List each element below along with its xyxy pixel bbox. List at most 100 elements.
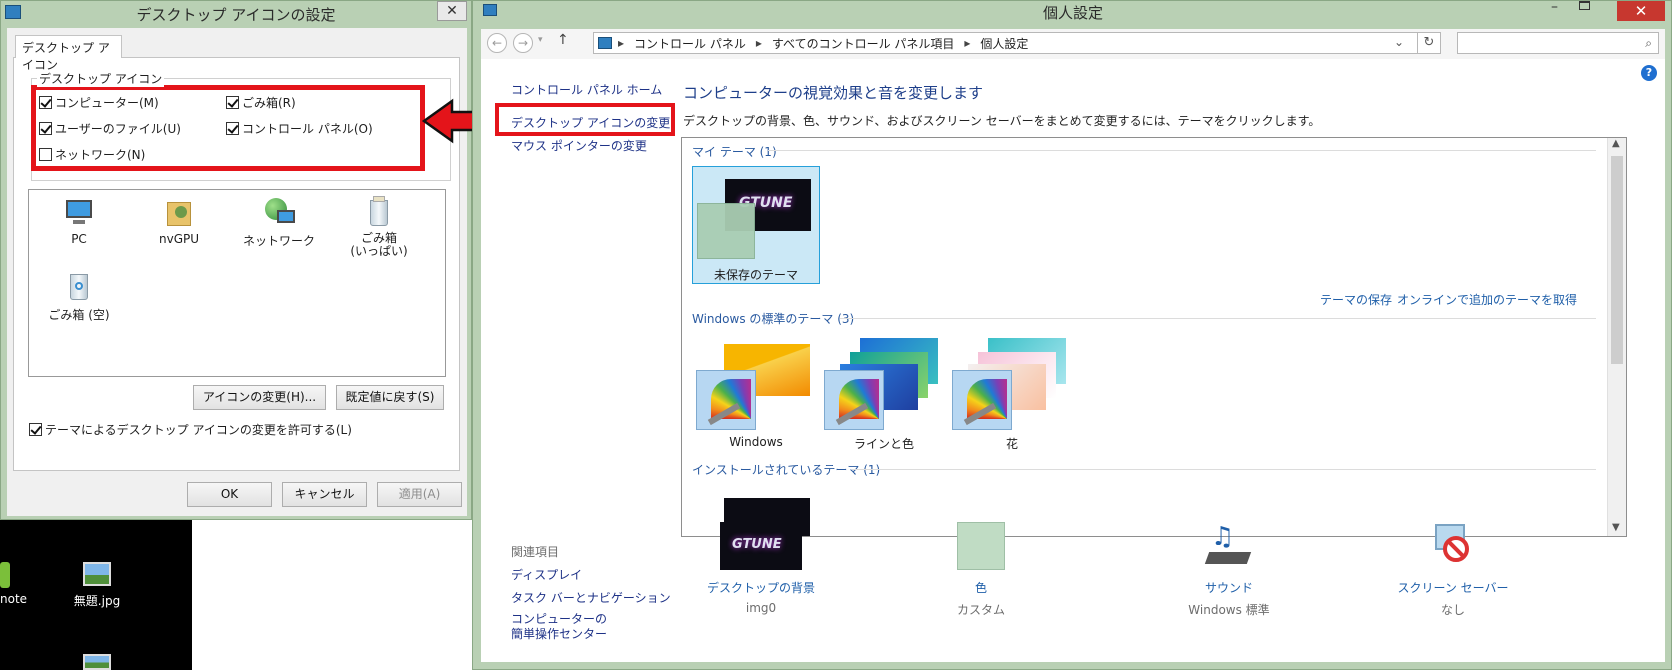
chevron-down-icon[interactable]: ⌄ bbox=[1394, 35, 1404, 49]
back-button[interactable]: ← bbox=[487, 33, 507, 53]
close-button[interactable]: ✕ bbox=[437, 1, 467, 21]
color-swatch bbox=[957, 522, 1005, 570]
apply-button[interactable]: 適用(A) bbox=[377, 482, 462, 507]
desktop-icon-list[interactable]: PC nvGPU ネットワーク ごみ箱 (いっぱい) ごみ箱 (空) bbox=[28, 189, 446, 377]
theme-label: 花 bbox=[1005, 437, 1018, 451]
up-button[interactable]: ↑ bbox=[557, 32, 569, 48]
theme-flowers[interactable]: 花 bbox=[952, 338, 1072, 451]
window-title: 個人設定 bbox=[1042, 4, 1103, 22]
change-icon-button[interactable]: アイコンの変更(H)... bbox=[193, 385, 326, 410]
recent-pages-dropdown[interactable]: ▾ bbox=[538, 35, 543, 45]
sidebar-taskbar-navigation[interactable]: タスク バーとナビゲーション bbox=[511, 589, 671, 606]
icon-item-user-files[interactable]: nvGPU bbox=[131, 196, 227, 246]
get-more-themes-online-link[interactable]: オンラインで追加のテーマを取得 bbox=[1397, 291, 1577, 308]
scrollbar[interactable]: ▲ ▼ bbox=[1607, 138, 1626, 536]
icon-item-recycle-bin-empty[interactable]: ごみ箱 (空) bbox=[31, 270, 127, 323]
icon-label: ごみ箱 (いっぱい) bbox=[350, 231, 408, 258]
sidebar-change-mouse-pointers[interactable]: マウス ポインターの変更 bbox=[511, 137, 647, 154]
sidebar-ease-of-access[interactable]: コンピューターの 簡単操作センター bbox=[511, 612, 607, 642]
save-theme-link[interactable]: テーマの保存 bbox=[1320, 291, 1392, 308]
sidebar-display[interactable]: ディスプレイ bbox=[511, 566, 582, 583]
desktop-item-label: 無題.jpg bbox=[73, 594, 121, 608]
icon-item-recycle-bin-full[interactable]: ごみ箱 (いっぱい) bbox=[331, 196, 427, 258]
recycle-bin-empty-icon bbox=[63, 270, 95, 302]
tab-desktop-icons[interactable]: デスクトップ アイコン bbox=[15, 35, 122, 72]
breadcrumb-item[interactable]: すべてのコントロール パネル項目 bbox=[772, 35, 955, 52]
window-close-button[interactable]: ✕ bbox=[1617, 1, 1665, 21]
icon-item-pc[interactable]: PC bbox=[31, 196, 127, 246]
computer-icon bbox=[63, 196, 95, 228]
window-controls: – bbox=[1541, 0, 1611, 21]
search-icon: ⌕ bbox=[1645, 36, 1652, 50]
desktop-background-setting[interactable]: GTUNE デスクトップの背景 img0 bbox=[681, 522, 841, 615]
refresh-button[interactable]: ↻ bbox=[1417, 32, 1441, 54]
my-themes-title: マイ テーマ (1) bbox=[692, 145, 777, 159]
icon-label: ごみ箱 (空) bbox=[48, 308, 110, 322]
desktop-item-label: note bbox=[0, 592, 28, 606]
theme-list[interactable]: マイ テーマ (1) GTUNE 未保存のテーマ テーマの保存 オンラインで追加… bbox=[681, 137, 1627, 537]
restore-default-button[interactable]: 既定値に戻す(S) bbox=[336, 385, 444, 410]
icon-label: ネットワーク bbox=[242, 234, 315, 248]
theme-lines-and-colors[interactable]: ラインと色 bbox=[824, 338, 944, 451]
desktop-background: note 無題.jpg bbox=[0, 518, 192, 670]
breadcrumb-item[interactable]: 個人設定 bbox=[980, 35, 1028, 52]
setting-label: スクリーン セーバー bbox=[1397, 581, 1509, 595]
color-setting[interactable]: 色 カスタム bbox=[901, 522, 1061, 618]
scroll-up-arrow[interactable]: ▲ bbox=[1612, 138, 1620, 149]
icon-label: PC bbox=[71, 232, 87, 246]
scroll-thumb[interactable] bbox=[1611, 156, 1623, 364]
highlight-annotation-box bbox=[31, 85, 425, 171]
icon-item-network[interactable]: ネットワーク bbox=[231, 196, 327, 249]
setting-value: カスタム bbox=[956, 603, 1005, 617]
recycle-bin-full-icon bbox=[363, 196, 395, 228]
sidebar-change-desktop-icons[interactable]: デスクトップ アイコンの変更 bbox=[511, 114, 670, 131]
sidebar-control-panel-home[interactable]: コントロール パネル ホーム bbox=[511, 81, 662, 98]
setting-label: デスクトップの背景 bbox=[706, 581, 815, 595]
ok-button[interactable]: OK bbox=[187, 482, 272, 507]
checkbox-label: テーマによるデスクトップ アイコンの変更を許可する(L) bbox=[45, 423, 352, 437]
close-icon: ✕ bbox=[1634, 2, 1648, 20]
related-header: 関連項目 bbox=[511, 545, 560, 559]
palette-icon bbox=[696, 370, 756, 430]
forward-button[interactable]: → bbox=[513, 33, 533, 53]
maximize-button[interactable] bbox=[1579, 1, 1590, 10]
address-bar[interactable]: ▸ コントロール パネル ▸ すべてのコントロール パネル項目 ▸ 個人設定 ⌄ bbox=[593, 32, 1419, 54]
main-content: コントロール パネル ホーム デスクトップ アイコンの変更 マウス ポインターの… bbox=[481, 59, 1665, 662]
search-input[interactable]: ⌕ bbox=[1457, 32, 1659, 54]
screensaver-icon bbox=[1429, 522, 1477, 570]
control-panel-icon bbox=[598, 37, 612, 49]
theme-color-swatch bbox=[697, 203, 755, 259]
palette-icon bbox=[952, 370, 1012, 430]
breadcrumb-separator: ▸ bbox=[618, 36, 625, 50]
theme-label: ラインと色 bbox=[853, 437, 914, 451]
desktop-item-image[interactable]: 無題.jpg bbox=[62, 562, 132, 609]
refresh-icon: ↻ bbox=[1423, 35, 1435, 50]
checkbox-allow-themes[interactable]: テーマによるデスクトップ アイコンの変更を許可する(L) bbox=[29, 421, 352, 438]
scroll-down-arrow[interactable]: ▼ bbox=[1612, 522, 1620, 533]
desktop-item-note[interactable]: note bbox=[0, 562, 30, 606]
dialog-title: デスクトップ アイコンの設定 bbox=[136, 6, 336, 24]
network-icon bbox=[263, 196, 295, 228]
image-file-icon bbox=[83, 562, 111, 586]
setting-value: なし bbox=[1440, 603, 1465, 617]
screensaver-setting[interactable]: スクリーン セーバー なし bbox=[1373, 522, 1533, 618]
close-icon: ✕ bbox=[446, 3, 458, 19]
note-app-icon bbox=[0, 562, 10, 588]
personalization-window: 個人設定 – ✕ ← → ▾ ↑ ▸ コントロール パネル ▸ すべてのコントロ… bbox=[472, 0, 1672, 670]
navigation-bar: ← → ▾ ↑ ▸ コントロール パネル ▸ すべてのコントロール パネル項目 … bbox=[481, 29, 1665, 59]
checkbox-box[interactable] bbox=[29, 423, 42, 436]
help-button[interactable]: ? bbox=[1641, 65, 1657, 81]
minimize-button[interactable]: – bbox=[1551, 0, 1558, 15]
theme-windows[interactable]: Windows bbox=[696, 338, 816, 449]
section-divider bbox=[768, 150, 1596, 151]
theme-unsaved[interactable]: GTUNE 未保存のテーマ bbox=[692, 166, 820, 284]
theme-label: 未保存のテーマ bbox=[713, 268, 798, 282]
setting-label: サウンド bbox=[1204, 581, 1253, 595]
setting-label: 色 bbox=[974, 581, 987, 595]
sound-setting[interactable]: ♫ サウンド Windows 標準 bbox=[1149, 522, 1309, 618]
breadcrumb-item[interactable]: コントロール パネル bbox=[634, 35, 746, 52]
page-title: コンピューターの視覚効果と音を変更します bbox=[683, 84, 984, 102]
cancel-button[interactable]: キャンセル bbox=[282, 482, 367, 507]
desktop-icon-settings-dialog: デスクトップ アイコンの設定 ✕ デスクトップ アイコン デスクトップ アイコン… bbox=[0, 0, 472, 520]
dialog-titlebar[interactable]: デスクトップ アイコンの設定 ✕ bbox=[1, 1, 471, 28]
